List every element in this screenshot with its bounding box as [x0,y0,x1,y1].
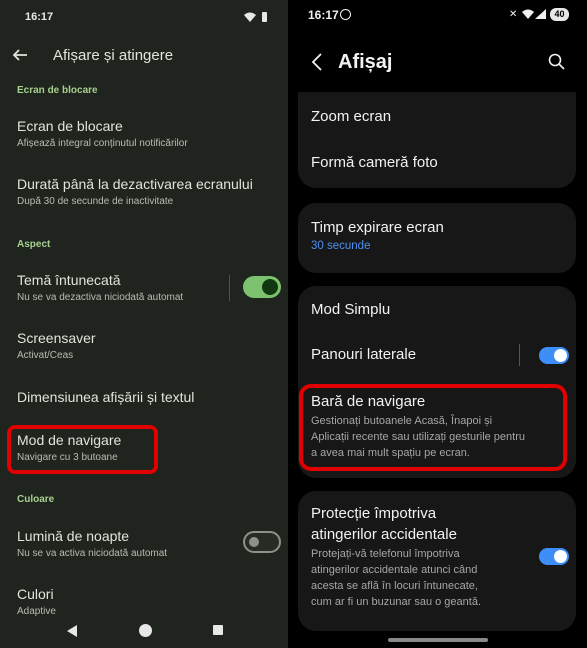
setting-title: Dimensiunea afișării și textul [17,389,195,405]
pixel-display-settings-screen: 16:17 Afișare și atingere Ecran de bloca… [0,0,288,648]
setting-title: atingerilor accidentale [311,526,457,543]
setting-value: 30 secunde [311,240,371,252]
setting-title: Temă întunecată [17,272,121,288]
accidental-touch-toggle[interactable] [539,548,569,565]
setting-title: Ecran de blocare [17,118,123,134]
edge-panels-toggle[interactable] [539,347,569,364]
nav-back-icon[interactable] [67,625,77,637]
nav-recents-icon[interactable] [213,625,223,635]
setting-screen-zoom[interactable]: Zoom ecran [298,92,576,140]
settings-card-accidental-touch: Protecție împotriva atingerilor accident… [298,491,576,631]
nav-home-icon[interactable] [139,624,152,637]
status-time: 16:17 [308,8,339,22]
setting-title: Culori [17,586,54,602]
setting-description-line: Protejați-vă telefonul împotriva [311,548,460,560]
back-arrow-icon[interactable] [11,46,29,64]
samsung-display-settings-screen: 16:17 ✕ 40 Afișaj Zoom ecran Formă camer… [290,0,587,648]
setting-subtitle: Afișează integral conținutul notificăril… [17,138,188,149]
setting-subtitle: Activat/Ceas [17,350,74,361]
setting-title: Screensaver [17,330,96,346]
toggle-knob [249,537,259,547]
setting-dark-theme[interactable]: Temă întunecată Nu se va dezactiva nicio… [0,272,288,308]
setting-title: Durată până la dezactivarea ecranului [17,176,253,192]
navigation-bar [0,618,288,648]
whatsapp-icon [340,9,351,20]
setting-lockscreen[interactable]: Ecran de blocare Afișează integral conți… [0,118,288,154]
settings-card-zoom: Zoom ecran Formă cameră foto [298,92,576,188]
setting-subtitle: Adaptive [17,606,56,617]
top-app-bar: Afișare și atingere [0,38,288,74]
highlight-box-navigation-mode [7,425,158,474]
battery-icon [262,12,267,22]
setting-easy-mode[interactable]: Mod Simplu [298,286,576,332]
setting-edge-panels[interactable]: Panouri laterale [298,332,576,378]
toggle-knob [554,349,567,362]
setting-subtitle: După 30 de secunde de inactivitate [17,196,174,207]
divider [229,275,230,301]
setting-screensaver[interactable]: Screensaver Activat/Ceas [0,330,288,366]
setting-title: Protecție împotriva [311,505,437,522]
wifi-icon [244,12,256,22]
divider [519,344,520,366]
setting-title: Panouri laterale [311,346,417,363]
toggle-knob [262,279,278,295]
setting-colors[interactable]: Culori Adaptive [0,586,288,622]
setting-title: Formă cameră foto [311,154,438,171]
status-time: 16:17 [25,11,54,23]
highlight-box-navigation-bar [299,384,567,471]
page-title: Afișare și atingere [53,47,174,64]
signal-icon [535,9,546,19]
setting-title: Zoom ecran [311,108,392,125]
dark-theme-toggle[interactable] [243,276,281,298]
mute-icon: ✕ [509,9,518,20]
setting-night-light[interactable]: Lumină de noapte Nu se va activa nicioda… [0,528,288,564]
section-header-aspect: Aspect [17,239,51,250]
search-icon[interactable] [548,53,565,70]
setting-title: Timp expirare ecran [311,219,444,236]
setting-camera-cutout[interactable]: Formă cameră foto [298,140,576,188]
back-chevron-icon[interactable] [310,52,324,72]
status-bar: 16:17 [0,0,288,34]
setting-accidental-touch-protection[interactable]: Protecție împotriva atingerilor accident… [298,491,576,621]
setting-display-size-text[interactable]: Dimensiunea afișării și textul [0,389,288,409]
setting-screen-timeout[interactable]: Timp expirare ecran 30 secunde [298,203,576,273]
setting-title: Lumină de noapte [17,528,130,544]
night-light-toggle[interactable] [243,531,281,553]
setting-subtitle: Nu se va activa niciodată automat [17,548,168,559]
gesture-home-indicator[interactable] [388,638,488,642]
wifi-icon [522,9,534,19]
setting-description-line: cum ar fi un buzunar sau o geantă. [311,596,481,608]
section-header-color: Culoare [17,494,55,505]
page-title: Afișaj [338,51,393,73]
settings-card-timeout: Timp expirare ecran 30 secunde [298,203,576,273]
setting-title: Mod Simplu [311,301,391,318]
toggle-knob [554,550,567,563]
setting-description-line: atingerilor accidentale atunci când [311,564,478,576]
setting-subtitle: Nu se va dezactiva niciodată automat [17,292,184,303]
setting-screen-timeout[interactable]: Durată până la dezactivarea ecranului Du… [0,176,288,212]
setting-description-line: acesta se află în locuri întunecate, [311,580,478,592]
battery-icon: 40 [550,8,569,21]
section-header-lockscreen: Ecran de blocare [17,85,98,96]
